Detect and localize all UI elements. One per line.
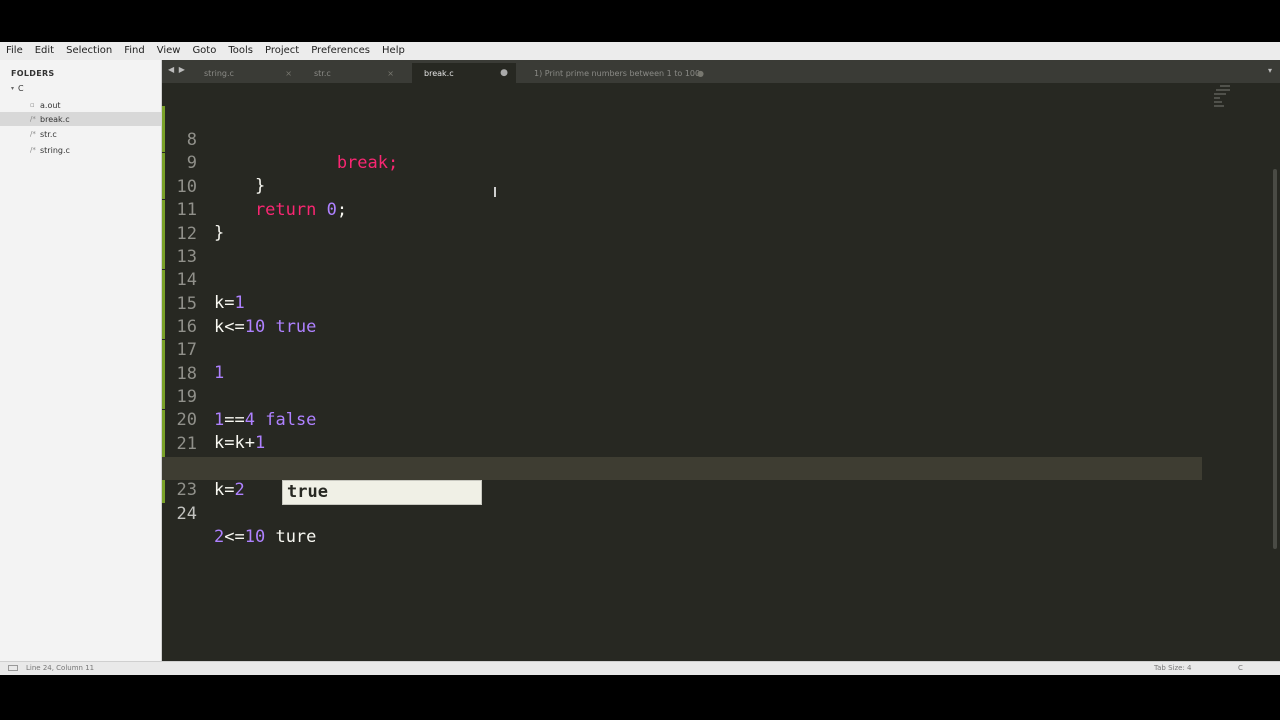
code-line: 18	[162, 317, 1202, 384]
sidebar-file-label: a.out	[40, 100, 61, 110]
status-bar: Line 24, Column 11 Tab Size: 4 C	[0, 661, 1280, 675]
tab-label: str.c	[314, 68, 331, 78]
chevron-down-icon: ▾	[11, 85, 15, 92]
menu-preferences[interactable]: Preferences	[305, 42, 376, 60]
menu-find[interactable]: Find	[118, 42, 151, 60]
sidebar-file-string-c[interactable]: /* string.c	[0, 143, 161, 157]
code-file-icon: /*	[30, 146, 36, 154]
menu-edit[interactable]: Edit	[29, 42, 60, 60]
tab-str-c[interactable]: str.c ×	[302, 63, 402, 83]
code-line: 13	[162, 200, 1202, 267]
code-line: 14 k=1	[162, 223, 1202, 313]
file-icon: ▫	[30, 101, 35, 109]
code-line: 9 }	[162, 106, 1202, 196]
code-line: 19 1==4 false	[162, 340, 1202, 430]
tab-label: string.c	[204, 68, 234, 78]
cursor-position: Line 24, Column 11	[26, 664, 95, 672]
menu-goto[interactable]: Goto	[186, 42, 222, 60]
syntax-selector[interactable]: C	[1238, 664, 1243, 672]
code-line: 15 k<=10 true	[162, 247, 1202, 337]
code-line: 10 return 0;	[162, 130, 1202, 220]
unsaved-dot-icon[interactable]: ●	[500, 68, 508, 78]
sidebar-file-label: break.c	[40, 114, 70, 124]
code-line: 11 }	[162, 153, 1202, 243]
unsaved-dot-icon[interactable]: ●	[697, 69, 704, 78]
sidebar-file-label: str.c	[40, 129, 57, 139]
folder-c[interactable]: ▾ C	[11, 84, 24, 93]
sidebar-file-a-out[interactable]: ▫ a.out	[0, 98, 161, 112]
code-line: 16	[162, 270, 1202, 337]
menu-selection[interactable]: Selection	[60, 42, 118, 60]
app-window: File Edit Selection Find View Goto Tools…	[0, 0, 1280, 720]
sidebar: FOLDERS ▾ C ▫ a.out /* break.c /* str.c …	[0, 60, 162, 661]
code-line-current: 24 2<=10 ture	[162, 457, 1202, 547]
menu-help[interactable]: Help	[376, 42, 411, 60]
tab-size-selector[interactable]: Tab Size: 4	[1154, 664, 1191, 672]
tab-label: break.c	[424, 68, 454, 78]
tab-nav-arrows-icon[interactable]: ◀ ▶	[168, 65, 186, 74]
sidebar-file-break-c[interactable]: /* break.c	[0, 112, 161, 126]
sidebar-file-label: string.c	[40, 145, 70, 155]
scrollbar[interactable]	[1273, 169, 1277, 549]
code-line: 17 1	[162, 293, 1202, 383]
menu-bar: File Edit Selection Find View Goto Tools…	[0, 42, 1280, 60]
line-number: 24	[176, 504, 197, 524]
code-line: 23	[162, 433, 1202, 500]
tab-menu-icon[interactable]: ▾	[1268, 66, 1272, 75]
tab-break-c[interactable]: break.c ●	[412, 63, 516, 83]
minimap[interactable]	[1212, 83, 1236, 119]
menu-view[interactable]: View	[151, 42, 187, 60]
tab-string-c[interactable]: string.c ×	[192, 63, 300, 83]
code-file-icon: /*	[30, 115, 36, 123]
code-line: 22 k=2	[162, 410, 1202, 500]
modified-gutter-mark	[162, 480, 165, 503]
menu-project[interactable]: Project	[259, 42, 305, 60]
tab-prime-numbers[interactable]: 1) Print prime numbers between 1 to 100 …	[522, 63, 712, 83]
code-line: 12	[162, 177, 1202, 244]
code-line: 8 break;	[162, 83, 1202, 173]
code-text: 2<=10 ture	[214, 527, 317, 547]
code-line: 21	[162, 387, 1202, 454]
code-file-icon: /*	[30, 130, 36, 138]
tab-bar: ◀ ▶ string.c × str.c × break.c ● 1) Prin…	[162, 60, 1280, 83]
close-icon[interactable]: ×	[387, 69, 394, 78]
tab-label: 1) Print prime numbers between 1 to 100	[534, 68, 701, 78]
folders-header: FOLDERS	[11, 69, 55, 78]
close-icon[interactable]: ×	[285, 69, 292, 78]
code-editor[interactable]: 8 break; 9 } 10 return 0; 11 } 12 13 14 …	[162, 83, 1280, 661]
code-line: 20 k=k+1	[162, 363, 1202, 453]
sidebar-file-str-c[interactable]: /* str.c	[0, 127, 161, 141]
folder-label: C	[18, 84, 24, 93]
menu-file[interactable]: File	[0, 42, 29, 60]
panel-toggle-icon[interactable]	[8, 665, 18, 671]
menu-tools[interactable]: Tools	[222, 42, 259, 60]
autocomplete-suggestion[interactable]: true	[282, 480, 482, 505]
